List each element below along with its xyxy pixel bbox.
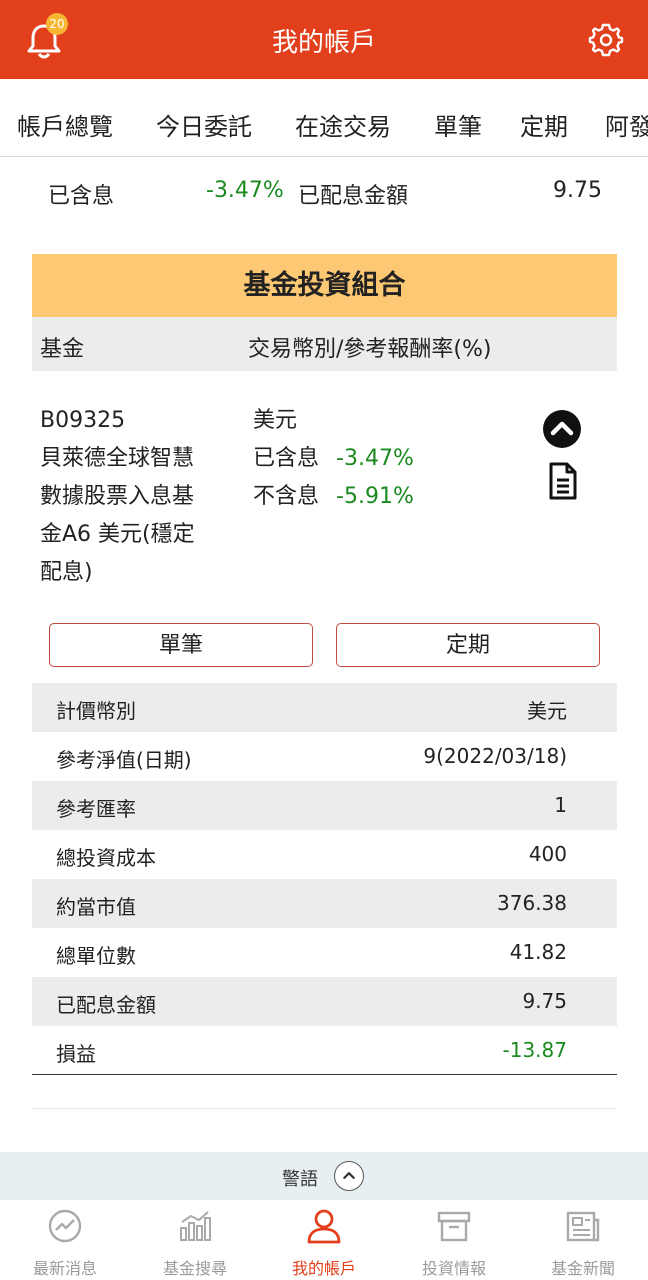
- nav-label: 最新消息: [32, 1259, 97, 1278]
- fund-name-line: 配息): [40, 560, 93, 585]
- expand-up-icon[interactable]: [334, 1161, 364, 1191]
- document-icon[interactable]: [548, 461, 578, 501]
- detail-value: 376.38: [497, 891, 567, 915]
- tab-regular[interactable]: 定期: [520, 107, 568, 142]
- warning-bar[interactable]: 警語: [0, 1152, 648, 1200]
- tab-today-orders[interactable]: 今日委託: [156, 107, 252, 142]
- incl-dividend-value: -3.47%: [336, 446, 414, 471]
- regular-purchase-button[interactable]: 定期: [336, 623, 600, 667]
- news-trend-icon: [48, 1209, 82, 1243]
- detail-value: 9(2022/03/18): [423, 744, 567, 768]
- detail-label: 參考淨值(日期): [56, 748, 192, 772]
- table-divider: [32, 1074, 617, 1075]
- detail-label: 約當市值: [56, 895, 136, 919]
- fund-info[interactable]: B09325 貝萊德全球智慧 數據股票入息基 金A6 美元(穩定 配息): [40, 402, 195, 592]
- excl-dividend-value: -5.91%: [336, 484, 414, 509]
- nav-investment-info[interactable]: 投資情報: [389, 1200, 519, 1280]
- table-row: 計價幣別 美元: [32, 683, 617, 732]
- table-row: 總單位數 41.82: [32, 928, 617, 977]
- detail-label: 參考匯率: [56, 797, 136, 821]
- nav-label: 投資情報: [421, 1259, 486, 1278]
- detail-label: 總單位數: [56, 944, 136, 968]
- app-header: 20 我的帳戶: [0, 0, 648, 79]
- nav-label: 我的帳戶: [291, 1259, 356, 1278]
- table-row: 參考匯率 1: [32, 781, 617, 830]
- collapse-up-icon[interactable]: [543, 410, 581, 448]
- fund-name-line: 金A6 美元(穩定: [40, 522, 195, 547]
- detail-value: 1: [554, 793, 567, 817]
- summary-incl-value: -3.47%: [206, 178, 284, 203]
- fund-returns: 美元 已含息 -3.47% 不含息 -5.91%: [253, 402, 414, 516]
- fund-name-line: 數據股票入息基: [40, 484, 195, 509]
- nav-label: 基金新聞: [550, 1259, 615, 1278]
- detail-value: 41.82: [509, 940, 567, 964]
- section-divider: [32, 1108, 617, 1109]
- warning-label: 警語: [282, 1169, 318, 1190]
- profit-loss-value: -13.87: [502, 1038, 567, 1062]
- tab-overview[interactable]: 帳戶總覽: [17, 107, 113, 142]
- bar-chart-icon: [180, 1211, 211, 1241]
- page-title: 我的帳戶: [271, 28, 376, 58]
- single-purchase-button[interactable]: 單筆: [49, 623, 313, 667]
- gear-icon[interactable]: [588, 22, 624, 58]
- user-icon: [307, 1209, 341, 1244]
- detail-label: 損益: [56, 1042, 96, 1066]
- account-tabs: 帳戶總覽 今日委託 在途交易 單筆 定期 阿發: [0, 79, 648, 157]
- summary-dividend-label: 已配息金額: [298, 184, 409, 209]
- nav-fund-search[interactable]: 基金搜尋: [130, 1200, 260, 1280]
- table-row: 已配息金額 9.75: [32, 977, 617, 1026]
- nav-label: 基金搜尋: [162, 1259, 227, 1278]
- detail-label: 總投資成本: [56, 846, 156, 870]
- detail-value: 美元: [527, 699, 567, 723]
- table-row: 參考淨值(日期) 9(2022/03/18): [32, 732, 617, 781]
- summary-dividend-value: 9.75: [553, 178, 602, 203]
- tab-more[interactable]: 阿發: [605, 107, 648, 142]
- fund-name-line: 貝萊德全球智慧: [40, 446, 195, 471]
- fund-code: B09325: [40, 408, 126, 433]
- detail-label: 已配息金額: [56, 993, 156, 1017]
- portfolio-column-header: 基金 交易幣別/參考報酬率(%): [32, 317, 617, 371]
- column-fund: 基金: [40, 337, 85, 362]
- portfolio-title: 基金投資組合: [32, 254, 617, 317]
- incl-dividend-label: 已含息: [253, 446, 320, 471]
- fund-currency: 美元: [253, 408, 298, 433]
- bottom-nav: 最新消息 基金搜尋 我的帳戶 投資情報 基金新聞: [0, 1200, 648, 1280]
- summary-incl-label: 已含息: [48, 184, 115, 209]
- nav-news[interactable]: 最新消息: [0, 1200, 130, 1280]
- detail-value: 400: [528, 842, 567, 866]
- excl-dividend-label: 不含息: [253, 484, 320, 509]
- nav-fund-news[interactable]: 基金新聞: [518, 1200, 648, 1280]
- tab-pending-trades[interactable]: 在途交易: [295, 107, 391, 142]
- table-row: 約當市值 376.38: [32, 879, 617, 928]
- nav-my-account[interactable]: 我的帳戶: [259, 1200, 389, 1280]
- detail-value: 9.75: [522, 989, 567, 1013]
- table-row: 總投資成本 400: [32, 830, 617, 879]
- archive-box-icon: [437, 1211, 471, 1242]
- tab-single[interactable]: 單筆: [434, 107, 482, 142]
- detail-label: 計價幣別: [56, 699, 136, 723]
- table-row: 損益 -13.87: [32, 1026, 617, 1075]
- column-currency-return: 交易幣別/參考報酬率(%): [248, 337, 492, 362]
- newspaper-icon: [566, 1211, 600, 1242]
- fund-detail-table: 計價幣別 美元 參考淨值(日期) 9(2022/03/18) 參考匯率 1 總投…: [32, 683, 617, 1075]
